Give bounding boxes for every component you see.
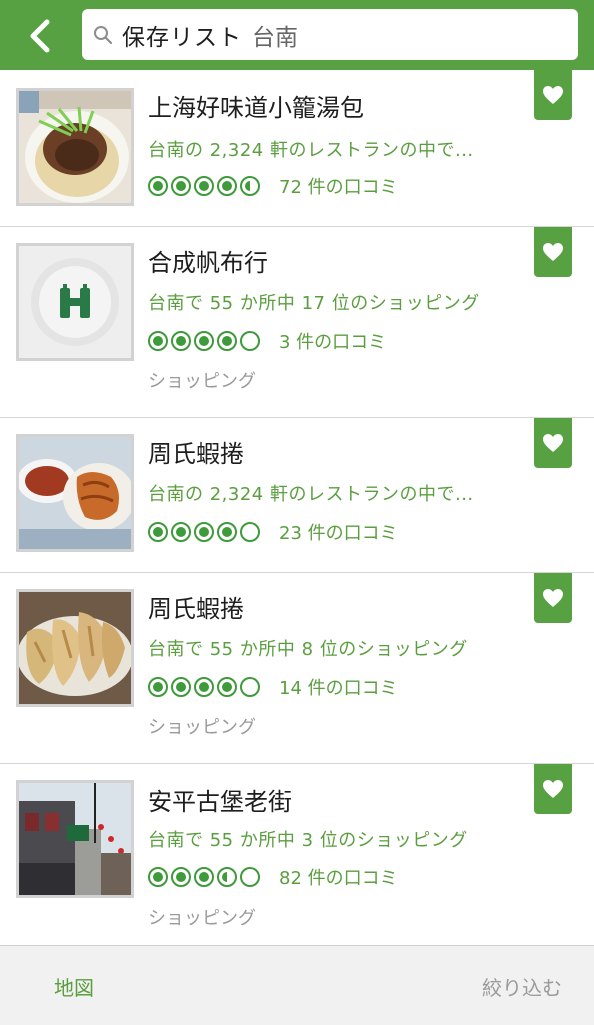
- item-title[interactable]: 周氏蝦捲: [148, 589, 244, 624]
- heart-icon: [543, 589, 563, 607]
- rating-bubble: [194, 677, 214, 697]
- rating-bubbles: [148, 176, 263, 196]
- rating-bubble: [171, 331, 191, 351]
- item-ranking: 台南で 55 か所中 8 位のショッピング: [148, 639, 468, 660]
- filter-button[interactable]: 絞り込む: [482, 972, 562, 1001]
- rating-row: 72 件の口コミ: [148, 173, 398, 199]
- rating-bubbles: [148, 867, 263, 887]
- rating-bubble: [240, 176, 260, 196]
- rating-bubble: [148, 522, 168, 542]
- rating-bubble: [148, 867, 168, 887]
- search-text: 保存リスト 台南: [122, 18, 298, 52]
- rating-bubble: [194, 522, 214, 542]
- item-ranking: 台南で 55 か所中 17 位のショッピング: [148, 293, 480, 314]
- map-button[interactable]: 地図: [54, 972, 94, 1001]
- rating-row: 23 件の口コミ: [148, 519, 398, 545]
- chevron-left-icon: [30, 19, 50, 53]
- list-item[interactable]: 周氏蝦捲 台南の 2,324 軒のレストランの中で... 23 件の口コミ: [0, 418, 594, 573]
- back-button[interactable]: [18, 14, 62, 58]
- list-item[interactable]: 上海好味道小籠湯包 台南の 2,324 軒のレストランの中で... 72 件の口…: [0, 70, 594, 227]
- rating-bubble: [148, 176, 168, 196]
- rating-bubble: [240, 677, 260, 697]
- rating-row: 14 件の口コミ: [148, 674, 398, 700]
- item-title[interactable]: 安平古堡老街: [148, 782, 292, 817]
- heart-icon: [543, 434, 563, 452]
- save-heart-button[interactable]: [534, 227, 572, 277]
- item-category: ショッピング: [148, 371, 256, 392]
- search-icon: [92, 24, 114, 46]
- item-thumbnail: [16, 243, 134, 361]
- heart-icon: [543, 780, 563, 798]
- item-ranking: 台南で 55 か所中 3 位のショッピング: [148, 830, 468, 851]
- rating-row: 82 件の口コミ: [148, 864, 398, 890]
- rating-bubble: [217, 522, 237, 542]
- review-count[interactable]: 23 件の口コミ: [279, 519, 398, 545]
- save-heart-button[interactable]: [534, 764, 572, 814]
- top-bar: 保存リスト 台南: [0, 0, 594, 70]
- save-heart-button[interactable]: [534, 573, 572, 623]
- item-thumbnail: [16, 589, 134, 707]
- item-title[interactable]: 周氏蝦捲: [148, 434, 244, 469]
- rating-bubble: [171, 176, 191, 196]
- rating-bubble: [217, 677, 237, 697]
- item-thumbnail: [16, 434, 134, 552]
- save-heart-button[interactable]: [534, 418, 572, 468]
- list-item[interactable]: 合成帆布行 台南で 55 か所中 17 位のショッピング 3 件の口コミ ショッ…: [0, 227, 594, 418]
- rating-bubble: [217, 176, 237, 196]
- review-count[interactable]: 72 件の口コミ: [279, 173, 398, 199]
- rating-bubble: [217, 867, 237, 887]
- rating-bubble: [148, 331, 168, 351]
- heart-icon: [543, 243, 563, 261]
- save-heart-button[interactable]: [534, 70, 572, 120]
- rating-bubbles: [148, 331, 263, 351]
- bottom-toolbar: 地図 絞り込む: [0, 945, 594, 1025]
- review-count[interactable]: 3 件の口コミ: [279, 328, 386, 354]
- list-item[interactable]: 周氏蝦捲 台南で 55 か所中 8 位のショッピング 14 件の口コミ ショッピ…: [0, 573, 594, 764]
- rating-bubble: [171, 522, 191, 542]
- heart-icon: [543, 86, 563, 104]
- rating-bubble: [194, 176, 214, 196]
- rating-row: 3 件の口コミ: [148, 328, 386, 354]
- rating-bubbles: [148, 522, 263, 542]
- rating-bubble: [240, 331, 260, 351]
- search-input[interactable]: 保存リスト 台南: [82, 9, 578, 60]
- item-thumbnail: [16, 780, 134, 898]
- item-title[interactable]: 合成帆布行: [148, 243, 268, 278]
- review-count[interactable]: 82 件の口コミ: [279, 864, 398, 890]
- rating-bubble: [240, 522, 260, 542]
- rating-bubble: [148, 677, 168, 697]
- item-thumbnail: [16, 88, 134, 206]
- rating-bubble: [171, 677, 191, 697]
- rating-bubbles: [148, 677, 263, 697]
- item-ranking: 台南の 2,324 軒のレストランの中で...: [148, 484, 474, 505]
- rating-bubble: [194, 331, 214, 351]
- rating-bubble: [171, 867, 191, 887]
- review-count[interactable]: 14 件の口コミ: [279, 674, 398, 700]
- list-item[interactable]: 安平古堡老街 台南で 55 か所中 3 位のショッピング 82 件の口コミ ショ…: [0, 764, 594, 944]
- rating-bubble: [217, 331, 237, 351]
- search-query: 台南: [252, 24, 298, 51]
- item-category: ショッピング: [148, 908, 256, 929]
- search-prefix: 保存リスト: [122, 24, 242, 51]
- item-category: ショッピング: [148, 717, 256, 738]
- item-ranking: 台南の 2,324 軒のレストランの中で...: [148, 140, 474, 161]
- rating-bubble: [240, 867, 260, 887]
- rating-bubble: [194, 867, 214, 887]
- item-title[interactable]: 上海好味道小籠湯包: [148, 88, 364, 123]
